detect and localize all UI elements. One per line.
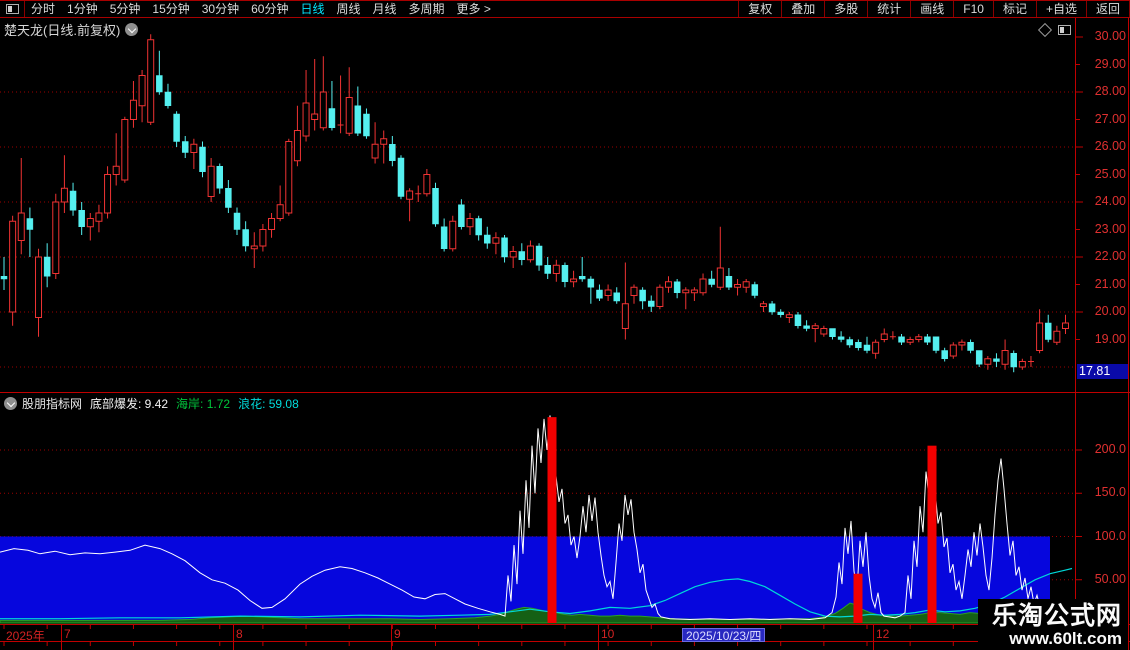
period-tab-1[interactable]: 分时 [25, 1, 61, 17]
diamond-marker-icon[interactable] [1037, 22, 1053, 38]
tool-button-1[interactable]: 复权 [738, 1, 781, 17]
period-tab-10[interactable]: 多周期 [403, 1, 451, 17]
period-tab-5[interactable]: 30分钟 [196, 1, 245, 17]
period-tab-9[interactable]: 月线 [367, 1, 403, 17]
layout-toggle-button[interactable] [0, 1, 25, 17]
watermark-url: www.60lt.com [1009, 629, 1122, 648]
indicator-red-bar [927, 445, 937, 623]
period-toolbar: 分时 1分钟 5分钟 15分钟 30分钟 60分钟 日线 周线 月线 多周期 更多 > [0, 1, 497, 17]
watermark: 乐淘公式网 www.60lt.com [977, 599, 1128, 650]
indicator-field-1: 底部爆发: 9.42 [90, 396, 169, 411]
indicator-red-bar [547, 417, 557, 623]
indicator-red-bar [853, 573, 863, 623]
indicator-header: 股朋指标网 底部爆发: 9.42 海岸: 1.72 浪花: 59.08 [4, 395, 307, 411]
pane-split-icon[interactable] [1058, 25, 1071, 35]
tool-button-5[interactable]: 画线 [910, 1, 953, 17]
top-toolbar: 分时 1分钟 5分钟 15分钟 30分钟 60分钟 日线 周线 月线 多周期 更多 > 复权 叠加 多股… [0, 0, 1130, 18]
tool-button-2[interactable]: 叠加 [781, 1, 824, 17]
indicator-dropdown-icon[interactable] [4, 396, 17, 410]
tool-button-7[interactable]: 标记 [992, 1, 1036, 17]
period-tab-7[interactable]: 日线 [294, 1, 330, 17]
tool-button-4[interactable]: 统计 [867, 1, 910, 17]
chart-title-row: 楚天龙(日线.前复权) [4, 20, 139, 38]
period-tab-8[interactable]: 周线 [330, 1, 366, 17]
indicator-field-3: 浪花: 59.08 [238, 396, 299, 411]
period-tab-11[interactable]: 更多 > [451, 1, 497, 17]
x-axis-date-highlight: 2025/10/23/四 [682, 628, 766, 643]
tool-button-8[interactable]: +自选 [1035, 1, 1086, 17]
min-price-badge: 17.81 [1077, 364, 1128, 380]
chart-canvas [0, 0, 1130, 650]
tool-button-3[interactable]: 多股 [824, 1, 867, 17]
period-tab-6[interactable]: 60分钟 [245, 1, 294, 17]
watermark-title: 乐淘公式网 [991, 602, 1122, 630]
chart-title: 楚天龙(日线.前复权) [4, 22, 121, 38]
indicator-field-2: 海岸: 1.72 [176, 396, 231, 411]
title-dropdown-icon[interactable] [125, 22, 139, 36]
tools-toolbar: 复权 叠加 多股 统计 画线 F10 标记 +自选 返回 [738, 1, 1130, 17]
tool-button-6[interactable]: F10 [953, 1, 993, 17]
indicator-values: 底部爆发: 9.42 海岸: 1.72 浪花: 59.08 [90, 395, 307, 412]
candles-layer [0, 34, 1069, 373]
period-tab-2[interactable]: 1分钟 [61, 1, 104, 17]
period-tab-4[interactable]: 15分钟 [146, 1, 195, 17]
trading-app-window: 分时 1分钟 5分钟 15分钟 30分钟 60分钟 日线 周线 月线 多周期 更多 > 复权 叠加 多股… [0, 0, 1130, 650]
period-tab-3[interactable]: 5分钟 [104, 1, 147, 17]
x-axis-year-label: 2025年 [6, 629, 45, 643]
chart-corner-tools [1037, 22, 1071, 38]
indicator-source: 股朋指标网 [22, 396, 83, 411]
tool-button-9[interactable]: 返回 [1085, 1, 1130, 17]
split-view-icon [5, 4, 19, 14]
